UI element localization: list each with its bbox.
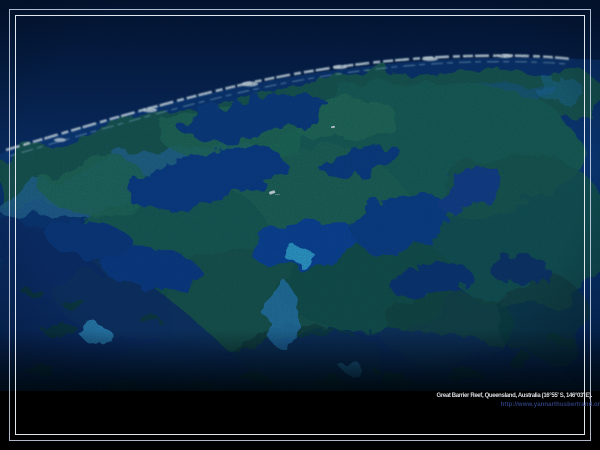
caption-bar: Great Barrier Reef, Queensland, Australi… [0,391,600,450]
reef-photo [0,0,600,450]
wallpaper: Great Barrier Reef, Queensland, Australi… [0,0,600,450]
film-grain [0,0,600,392]
photo-caption: Great Barrier Reef, Queensland, Australi… [437,393,592,399]
photo-credit-url: http://www.yannarthusbertrand.org [501,402,600,408]
